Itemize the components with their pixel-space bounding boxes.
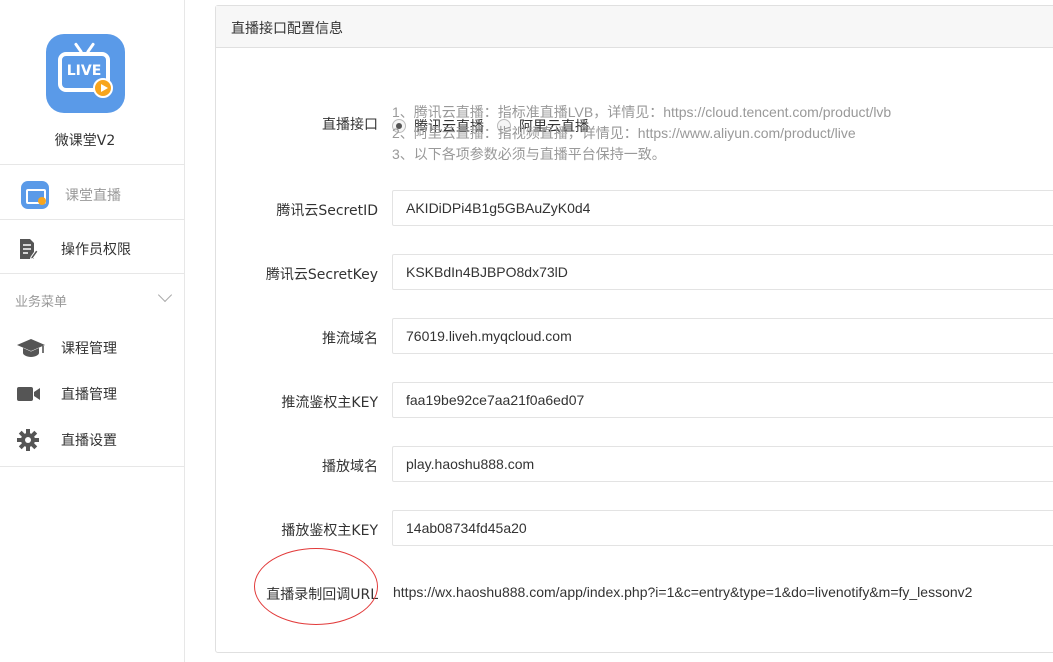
callback-url-text: https://wx.haoshu888.com/app/index.php?i… — [393, 584, 973, 600]
sidebar-item-label: 课程管理 — [61, 341, 117, 357]
interface-label: 直播接口 — [322, 117, 378, 133]
live-tv-icon — [21, 180, 49, 209]
logo-text: LIVE — [66, 63, 102, 79]
play-key-input[interactable]: 14ab08734fd45a20 — [392, 510, 1053, 546]
graduation-cap-icon — [16, 336, 45, 360]
play-icon — [93, 78, 113, 98]
sidebar-item-label: 直播管理 — [61, 387, 117, 403]
secret-id-input[interactable]: AKIDiDPi4B1g5GBAuZyK0d4 — [392, 190, 1053, 226]
push-key-input[interactable]: faa19be92ce7aa21f0a6ed07 — [392, 382, 1053, 418]
annotation-circle — [254, 548, 378, 625]
section-label: 业务菜单 — [15, 295, 68, 310]
gear-icon — [16, 428, 40, 452]
play-domain-input[interactable]: play.haoshu888.com — [392, 446, 1053, 482]
brand: LIVE 微课堂V2 — [0, 0, 184, 165]
field-label: 推流域名 — [322, 331, 378, 347]
brand-name: 微课堂V2 — [54, 133, 116, 149]
sidebar-item-operator-permissions[interactable]: 操作员权限 — [0, 225, 184, 274]
help-text-3: 3、以下各项参数必须与直播平台保持一致。 — [392, 146, 666, 162]
field-label: 播放域名 — [322, 459, 378, 475]
sidebar-item-live-management[interactable]: 直播管理 — [0, 371, 184, 417]
push-domain-input[interactable]: 76019.liveh.myqcloud.com — [392, 318, 1053, 354]
document-edit-icon — [16, 237, 40, 261]
panel-title: 直播接口配置信息 — [216, 6, 1053, 48]
secret-key-input[interactable]: KSKBdIn4BJBPO8dx73lD — [392, 254, 1053, 290]
app-logo[interactable]: LIVE — [46, 34, 125, 113]
business-menu-header[interactable]: 业务菜单 — [0, 278, 184, 322]
field-label: 腾讯云SecretKey — [265, 267, 378, 283]
field-label: 推流鉴权主KEY — [281, 395, 378, 411]
help-text-1: 1、腾讯云直播：指标准直播LVB，详情见：https://cloud.tence… — [392, 104, 892, 120]
sidebar-item-live-class[interactable]: 课堂直播 — [0, 170, 184, 220]
sidebar-item-label: 课堂直播 — [65, 187, 121, 204]
chevron-down-icon — [157, 287, 173, 303]
divider — [0, 466, 184, 467]
sidebar-item-label: 操作员权限 — [61, 242, 131, 258]
sidebar-item-course-management[interactable]: 课程管理 — [0, 325, 184, 371]
field-label: 腾讯云SecretID — [276, 203, 378, 219]
field-label: 播放鉴权主KEY — [281, 523, 378, 539]
help-text-2: 2、阿里云直播：指视频直播，详情见：https://www.aliyun.com… — [392, 125, 856, 141]
sidebar-item-label: 直播设置 — [61, 433, 117, 449]
sidebar: LIVE 微课堂V2 课堂直播 操作员权限 业务菜单 课程管理 直播管理 直播设… — [0, 0, 185, 662]
sidebar-item-live-settings[interactable]: 直播设置 — [0, 417, 184, 463]
video-camera-icon — [16, 382, 40, 406]
